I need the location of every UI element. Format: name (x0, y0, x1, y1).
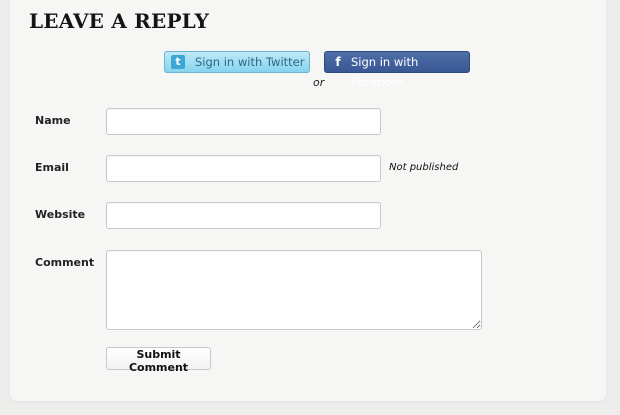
twitter-icon: t (171, 55, 185, 69)
name-label: Name (35, 114, 71, 127)
twitter-signin-button[interactable]: t Sign in with Twitter (164, 51, 310, 73)
reply-panel: LEAVE A REPLY t Sign in with Twitter f S… (10, 0, 606, 401)
email-field[interactable] (106, 155, 381, 182)
facebook-signin-button[interactable]: f Sign in with Facebook (324, 51, 470, 89)
website-field[interactable] (106, 202, 381, 229)
facebook-icon: f (335, 55, 341, 69)
facebook-signin-label: Sign in with Facebook (351, 55, 419, 89)
website-label: Website (35, 208, 86, 221)
submit-comment-button[interactable]: Submit Comment (106, 347, 211, 374)
twitter-signin-label: Sign in with Twitter (195, 55, 305, 69)
email-label: Email (35, 161, 69, 174)
email-note: Not published (389, 162, 459, 173)
section-title: LEAVE A REPLY (29, 9, 210, 33)
or-separator: or (313, 76, 325, 89)
name-field[interactable] (106, 108, 381, 135)
comment-textarea[interactable] (106, 250, 482, 330)
comment-label: Comment (35, 256, 95, 269)
